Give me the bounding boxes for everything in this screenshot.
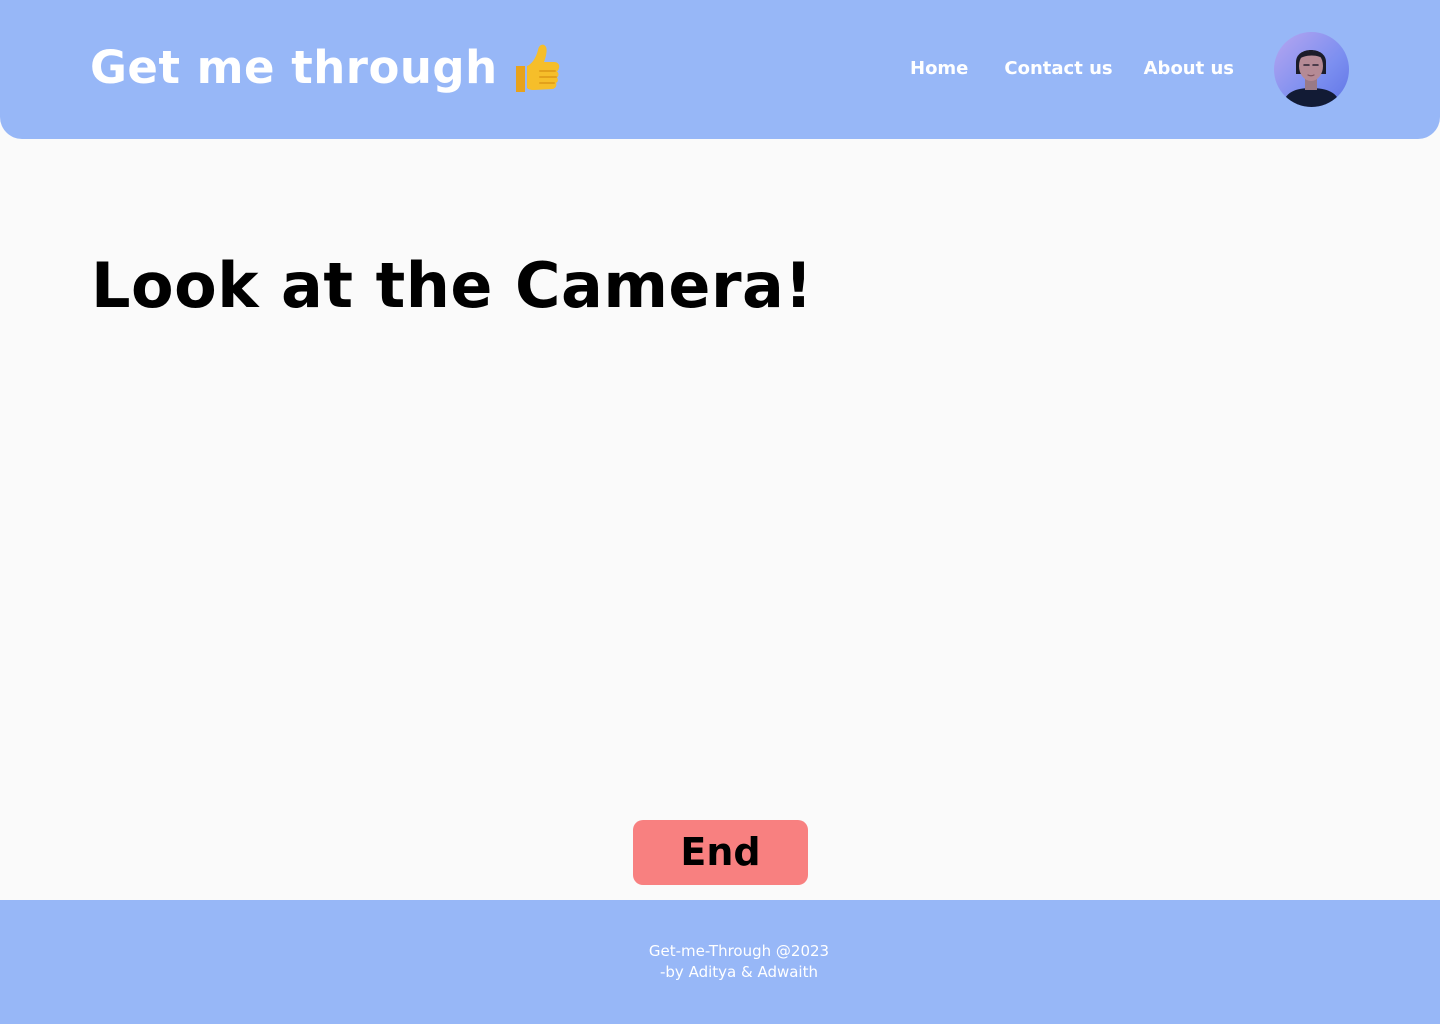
nav-link-contact[interactable]: Contact us [1004, 56, 1112, 82]
top-header: Get me through Home Contact us About us [0, 0, 1440, 139]
brand-title: Get me through [90, 41, 498, 94]
user-avatar[interactable] [1274, 32, 1349, 107]
nav-link-home[interactable]: Home [910, 56, 968, 82]
main-nav: Home Contact us About us [910, 56, 1234, 82]
page-heading: Look at the Camera! [91, 249, 814, 322]
avatar-portrait-icon [1282, 50, 1341, 107]
footer-credits: -by Aditya & Adwaith [660, 963, 818, 981]
footer-copyright: Get-me-Through @2023 [648, 942, 830, 960]
thumbs-up-icon [510, 40, 562, 96]
brand[interactable]: Get me through [90, 36, 562, 100]
end-button[interactable]: End [633, 820, 808, 885]
nav-link-about[interactable]: About us [1144, 56, 1234, 82]
footer-text: Get-me-Through @2023 -by Aditya & Adwait… [0, 941, 1440, 983]
footer: Get-me-Through @2023 -by Aditya & Adwait… [0, 900, 1440, 1024]
page: Get me through Home Contact us About us [0, 0, 1440, 1024]
